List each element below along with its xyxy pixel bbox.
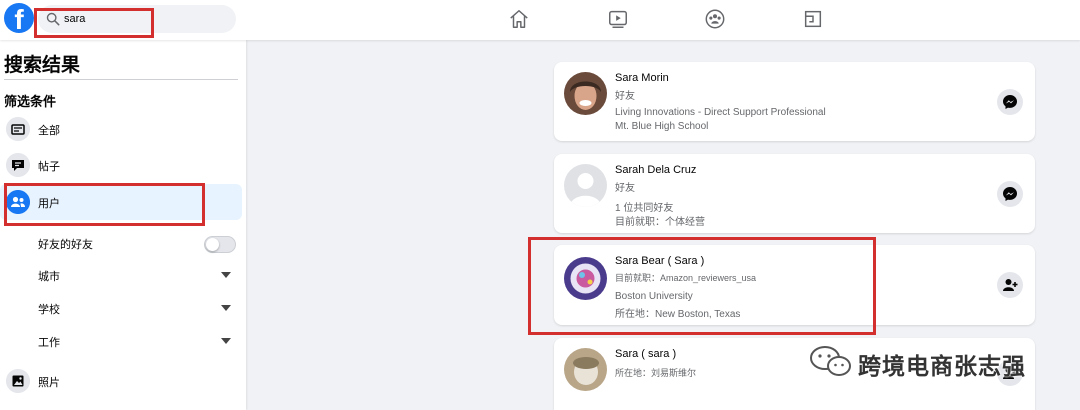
avatar[interactable] xyxy=(564,348,607,391)
filter-city[interactable]: 城市 xyxy=(38,268,60,284)
result-card[interactable]: Sara Morin 好友 Living Innovations - Direc… xyxy=(554,62,1035,141)
people-filter-highlight-box xyxy=(4,183,205,226)
add-friend-icon xyxy=(1003,279,1018,291)
sidebar-item-all[interactable]: 全部 xyxy=(0,111,242,147)
search-highlight-box xyxy=(34,8,154,38)
top-navigation-bar: f xyxy=(0,0,1080,40)
sidebar-item-posts[interactable]: 帖子 xyxy=(0,147,242,183)
home-icon[interactable] xyxy=(508,8,530,30)
chevron-down-icon[interactable] xyxy=(221,272,231,278)
result-card[interactable]: Sarah Dela Cruz 好友 1 位共同好友 目前就职：个体经营 xyxy=(554,154,1035,233)
gaming-icon[interactable] xyxy=(802,8,824,30)
result-detail: 好友 xyxy=(615,183,635,194)
result-detail: Mt. Blue High School xyxy=(615,121,709,132)
result-detail: 1 位共同好友 xyxy=(615,203,674,214)
groups-icon[interactable] xyxy=(704,8,726,30)
filter-work[interactable]: 工作 xyxy=(38,334,60,350)
sidebar-item-label: 帖子 xyxy=(38,161,60,173)
avatar[interactable] xyxy=(564,164,607,207)
result-name[interactable]: Sara ( sara ) xyxy=(615,348,676,360)
all-results-icon xyxy=(6,117,30,141)
sidebar-item-label: 照片 xyxy=(38,377,60,389)
friends-of-friends-toggle[interactable] xyxy=(204,236,236,253)
add-friend-button[interactable] xyxy=(997,272,1023,298)
toggle-knob xyxy=(206,238,219,251)
facebook-logo[interactable]: f xyxy=(4,3,34,33)
watch-icon[interactable] xyxy=(607,8,629,30)
result-detail: 所在地：刘易斯维尔 xyxy=(615,368,697,378)
result-name[interactable]: Sara Morin xyxy=(615,72,669,84)
posts-icon xyxy=(6,153,30,177)
message-button[interactable] xyxy=(997,89,1023,115)
divider xyxy=(4,79,238,80)
chevron-down-icon[interactable] xyxy=(221,338,231,344)
result-detail: 好友 xyxy=(615,91,635,102)
photos-icon xyxy=(6,369,30,393)
watermark-text: 跨境电商张志强 xyxy=(858,354,1026,380)
filters-heading: 筛选条件 xyxy=(4,94,57,109)
filter-school[interactable]: 学校 xyxy=(38,301,60,317)
result-detail: Living Innovations - Direct Support Prof… xyxy=(615,107,826,118)
wechat-icon xyxy=(810,346,851,376)
page-title: 搜索结果 xyxy=(4,55,81,76)
result-highlight-box xyxy=(528,237,876,335)
friends-of-friends-label: 好友的好友 xyxy=(38,239,93,251)
messenger-icon xyxy=(1003,95,1017,109)
chevron-down-icon[interactable] xyxy=(221,305,231,311)
messenger-icon xyxy=(1003,187,1017,201)
message-button[interactable] xyxy=(997,181,1023,207)
result-name[interactable]: Sarah Dela Cruz xyxy=(615,164,696,176)
sidebar-item-label: 全部 xyxy=(38,125,60,137)
result-detail: 目前就职：个体经营 xyxy=(615,217,705,228)
sidebar-item-photos[interactable]: 照片 xyxy=(0,363,242,399)
avatar[interactable] xyxy=(564,72,607,115)
